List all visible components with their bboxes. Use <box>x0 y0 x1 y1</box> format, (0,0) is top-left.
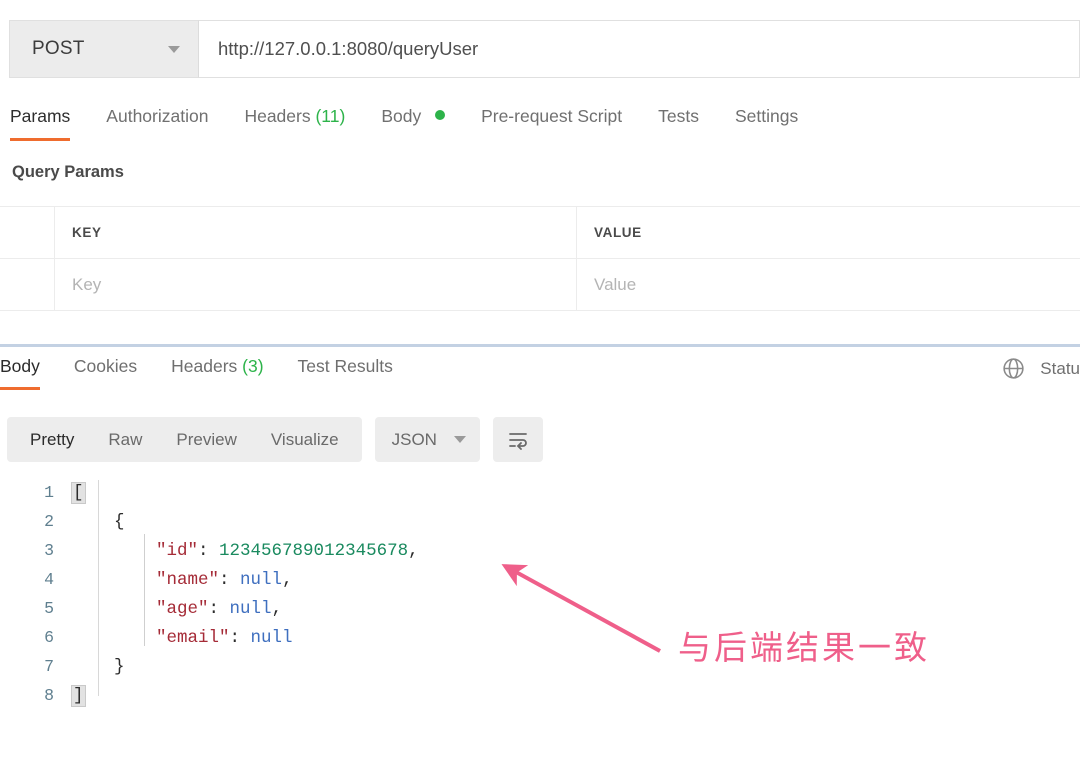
code-text: "email": null <box>72 628 293 648</box>
code-line: 4 "name": null, <box>0 565 1080 594</box>
tab-settings[interactable]: Settings <box>735 103 798 141</box>
code-text: "age": null, <box>72 599 282 619</box>
line-number: 6 <box>0 628 72 647</box>
tab-params-label: Params <box>10 106 70 126</box>
tab-params[interactable]: Params <box>10 103 70 141</box>
line-number: 1 <box>0 483 72 502</box>
tab-test-results[interactable]: Test Results <box>298 352 393 390</box>
column-header-value: VALUE <box>577 207 1080 258</box>
line-number: 3 <box>0 541 72 560</box>
code-text: ] <box>72 686 85 706</box>
view-mode-preview[interactable]: Preview <box>159 417 253 462</box>
annotation-text: 与后端结果一致 <box>678 621 930 669</box>
url-input[interactable]: http://127.0.0.1:8080/queryUser <box>199 20 1080 78</box>
code-text: } <box>72 657 125 677</box>
tab-pre-request-script[interactable]: Pre-request Script <box>481 103 622 141</box>
tab-response-cookies[interactable]: Cookies <box>74 352 137 390</box>
request-url-row: POST http://127.0.0.1:8080/queryUser <box>0 20 1080 78</box>
line-number: 4 <box>0 570 72 589</box>
response-view-toolbar: Pretty Raw Preview Visualize JSON <box>7 417 543 462</box>
tab-headers-count: (11) <box>315 106 345 126</box>
postman-window: POST http://127.0.0.1:8080/queryUser Par… <box>0 0 1080 761</box>
code-text: [ <box>72 483 85 503</box>
tab-headers[interactable]: Headers (11) <box>244 103 345 141</box>
query-params-table: KEY VALUE Key Value <box>0 206 1080 311</box>
code-text: "name": null, <box>72 570 293 590</box>
chevron-down-icon <box>168 46 180 53</box>
tab-response-headers[interactable]: Headers (3) <box>171 352 263 390</box>
tab-response-body[interactable]: Body <box>0 352 40 390</box>
response-body-code[interactable]: 1[2 {3 "id": 123456789012345678,4 "name"… <box>0 478 1080 718</box>
tab-tests-label: Tests <box>658 106 699 126</box>
select-all-checkbox-cell[interactable] <box>0 207 55 258</box>
pane-splitter[interactable] <box>0 344 1080 347</box>
request-tabs: Params Authorization Headers (11) Body P… <box>0 103 1080 151</box>
line-number: 5 <box>0 599 72 618</box>
line-number: 2 <box>0 512 72 531</box>
chevron-down-icon <box>454 436 466 443</box>
tab-pre-request-script-label: Pre-request Script <box>481 106 622 126</box>
tab-authorization[interactable]: Authorization <box>106 103 208 141</box>
code-line: 5 "age": null, <box>0 594 1080 623</box>
tab-authorization-label: Authorization <box>106 106 208 126</box>
code-text: "id": 123456789012345678, <box>72 541 419 561</box>
param-key-input[interactable]: Key <box>55 259 577 310</box>
response-format-select[interactable]: JSON <box>375 417 480 462</box>
globe-icon[interactable] <box>1001 356 1026 381</box>
code-line: 1[ <box>0 478 1080 507</box>
response-format-label: JSON <box>392 430 437 450</box>
code-text: { <box>72 512 125 532</box>
view-mode-pretty[interactable]: Pretty <box>13 417 91 462</box>
body-active-dot-icon <box>435 110 445 120</box>
line-number: 7 <box>0 657 72 676</box>
view-mode-visualize[interactable]: Visualize <box>254 417 356 462</box>
tab-body[interactable]: Body <box>381 103 445 141</box>
tab-settings-label: Settings <box>735 106 798 126</box>
code-line: 3 "id": 123456789012345678, <box>0 536 1080 565</box>
view-mode-group: Pretty Raw Preview Visualize <box>7 417 362 462</box>
param-value-input[interactable]: Value <box>577 259 1080 310</box>
table-row[interactable]: Key Value <box>0 259 1080 311</box>
tab-response-cookies-label: Cookies <box>74 356 137 376</box>
column-header-key: KEY <box>55 207 577 258</box>
tab-body-label: Body <box>381 106 421 126</box>
response-tabs: Body Cookies Headers (3) Test Results <box>0 352 1080 396</box>
tab-test-results-label: Test Results <box>298 356 393 376</box>
tab-headers-label: Headers <box>244 106 310 126</box>
status-label: Statu <box>1040 359 1080 379</box>
view-mode-raw[interactable]: Raw <box>91 417 159 462</box>
code-line: 2 { <box>0 507 1080 536</box>
tab-tests[interactable]: Tests <box>658 103 699 141</box>
tab-response-headers-label: Headers <box>171 356 237 376</box>
http-method-select[interactable]: POST <box>9 20 199 78</box>
code-line: 8] <box>0 681 1080 710</box>
table-header-row: KEY VALUE <box>0 207 1080 259</box>
word-wrap-button[interactable] <box>493 417 543 462</box>
url-text: http://127.0.0.1:8080/queryUser <box>218 38 478 60</box>
row-checkbox-cell[interactable] <box>0 259 55 310</box>
query-params-title: Query Params <box>12 163 124 182</box>
tab-response-body-label: Body <box>0 356 40 376</box>
line-number: 8 <box>0 686 72 705</box>
http-method-label: POST <box>32 38 85 60</box>
response-status-area: Statu <box>1001 356 1080 381</box>
tab-response-headers-count: (3) <box>242 356 263 376</box>
